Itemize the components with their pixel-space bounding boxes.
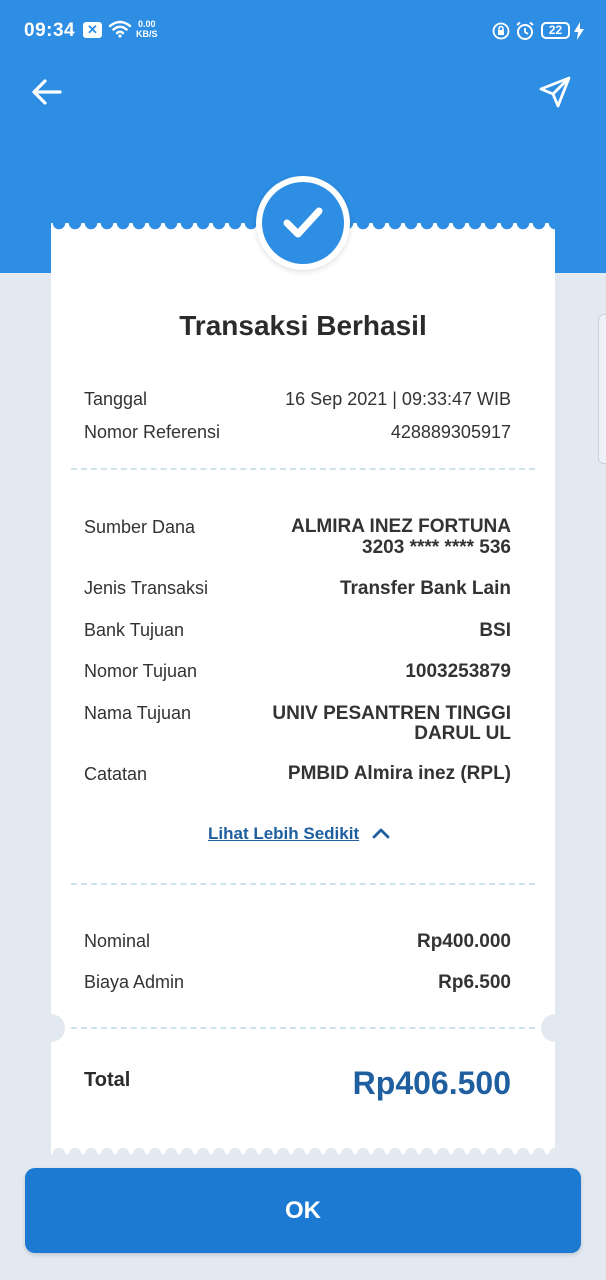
divider bbox=[71, 468, 535, 470]
receipt-notch-right bbox=[541, 1014, 569, 1042]
chevron-up-icon[interactable] bbox=[372, 826, 390, 845]
ok-button[interactable]: OK bbox=[25, 1168, 581, 1253]
net-speed: 0.00 KB/S bbox=[136, 19, 158, 39]
reference-value: 428889305917 bbox=[390, 422, 511, 442]
charging-icon bbox=[574, 22, 584, 45]
fee-value: Rp6.500 bbox=[438, 972, 511, 993]
success-badge bbox=[256, 176, 350, 270]
source-label: Sumber Dana bbox=[84, 517, 196, 537]
total-value: Rp406.500 bbox=[352, 1065, 511, 1101]
show-less-link[interactable]: Lihat Lebih Sedikit bbox=[208, 824, 359, 844]
battery-icon: 22 bbox=[541, 22, 570, 39]
divider bbox=[71, 1027, 535, 1029]
source-name: ALMIRA INEZ FORTUNA bbox=[291, 516, 511, 537]
type-value: Transfer Bank Lain bbox=[339, 578, 511, 599]
dest-name-line1: UNIV PESANTREN TINGGI bbox=[272, 703, 511, 724]
dest-name-label: Nama Tujuan bbox=[84, 703, 192, 723]
alarm-icon bbox=[515, 21, 535, 46]
rotation-lock-icon bbox=[492, 22, 510, 45]
back-button[interactable] bbox=[28, 76, 66, 108]
date-label: Tanggal bbox=[84, 389, 148, 409]
arrow-left-icon bbox=[32, 79, 62, 105]
bank-value: BSI bbox=[479, 620, 511, 641]
close-box-icon: ✕ bbox=[83, 22, 102, 38]
check-circle bbox=[262, 182, 344, 264]
type-label: Jenis Transaksi bbox=[84, 578, 209, 598]
nominal-value: Rp400.000 bbox=[416, 931, 511, 952]
receipt-bottom-edge bbox=[51, 1140, 555, 1154]
divider bbox=[71, 883, 535, 885]
receipt-notch-left bbox=[37, 1014, 65, 1042]
net-speed-unit: KB/S bbox=[136, 29, 158, 39]
status-time: 09:34 bbox=[24, 20, 76, 41]
wifi-icon bbox=[108, 20, 132, 43]
bank-label: Bank Tujuan bbox=[84, 620, 185, 640]
dest-number-label: Nomor Tujuan bbox=[84, 661, 198, 681]
check-icon bbox=[283, 207, 323, 238]
fee-label: Biaya Admin bbox=[84, 972, 185, 992]
dest-name-line2: DARUL UL bbox=[414, 723, 511, 744]
dest-number-value: 1003253879 bbox=[405, 661, 511, 682]
date-value: 16 Sep 2021 | 09:33:47 WIB bbox=[285, 389, 511, 409]
share-button[interactable] bbox=[536, 74, 574, 110]
send-icon bbox=[539, 76, 571, 108]
net-speed-value: 0.00 bbox=[137, 19, 156, 29]
note-value: PMBID Almira inez (RPL) bbox=[287, 763, 511, 784]
nominal-label: Nominal bbox=[84, 931, 151, 951]
note-label: Catatan bbox=[84, 764, 148, 784]
status-bar: 09:34 ✕ 0.00 KB/S 22 bbox=[0, 0, 606, 62]
reference-label: Nomor Referensi bbox=[84, 422, 221, 442]
total-label: Total bbox=[84, 1069, 131, 1091]
receipt-card bbox=[51, 233, 555, 1145]
receipt-title: Transaksi Berhasil bbox=[179, 310, 427, 341]
source-account: 3203 **** **** 536 bbox=[362, 537, 511, 558]
side-handle[interactable] bbox=[598, 314, 606, 464]
